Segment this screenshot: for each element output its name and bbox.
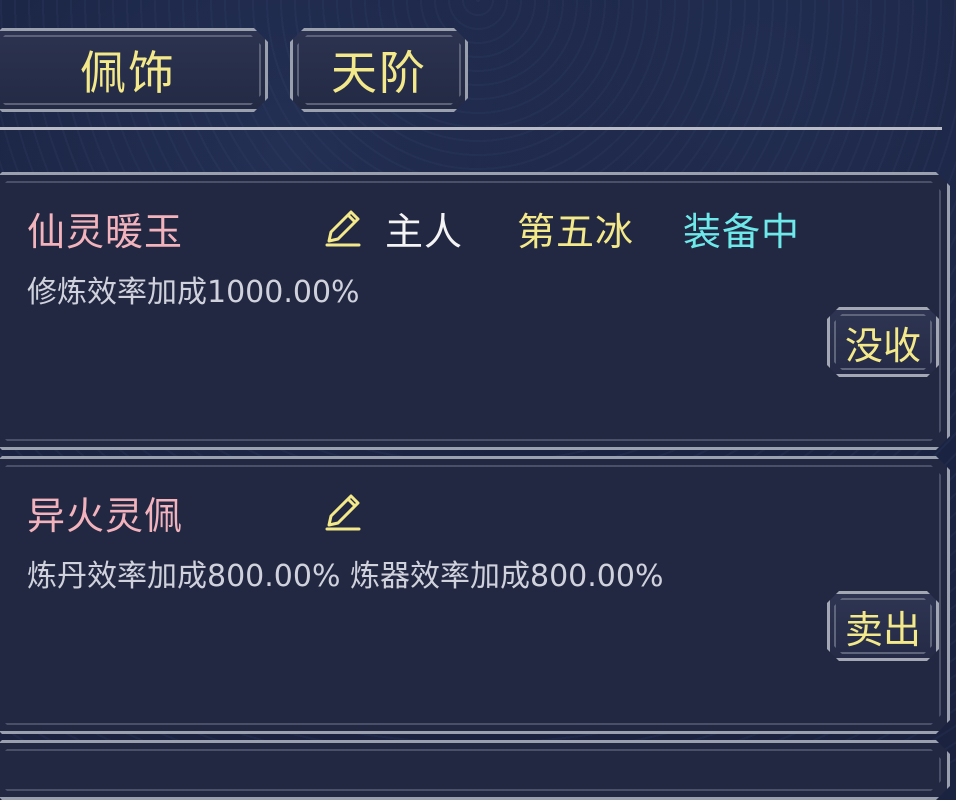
pencil-icon[interactable]: [321, 205, 365, 249]
pencil-icon[interactable]: [321, 489, 365, 533]
sell-button[interactable]: 卖出: [827, 591, 939, 661]
item-name: 异火灵佩: [27, 494, 184, 538]
tab-accessories[interactable]: 佩饰: [0, 28, 268, 112]
confiscate-button[interactable]: 没收: [827, 307, 939, 377]
item-name: 仙灵暖玉: [27, 210, 184, 254]
holder-name: 第五冰: [517, 210, 635, 254]
item-effect: 修炼效率加成1000.00%: [27, 275, 360, 310]
owner-label: 主人: [385, 210, 464, 254]
tab-heavenly-grade-label: 天阶: [331, 46, 427, 100]
sell-button-label: 卖出: [844, 607, 921, 652]
item-card: 仙灵暖玉 主人 第五冰 装备中 修炼效率加成1000.00% 没收: [0, 172, 950, 450]
tab-accessories-label: 佩饰: [80, 46, 176, 100]
tab-heavenly-grade[interactable]: 天阶: [290, 28, 468, 112]
equip-status: 装备中: [683, 210, 801, 254]
item-effect: 炼丹效率加成800.00% 炼器效率加成800.00%: [27, 559, 664, 594]
confiscate-button-label: 没收: [844, 323, 921, 368]
item-card-partial: [0, 740, 950, 800]
item-card: 异火灵佩 炼丹效率加成800.00% 炼器效率加成800.00% 卖出: [0, 456, 950, 734]
tab-divider: [0, 127, 942, 130]
